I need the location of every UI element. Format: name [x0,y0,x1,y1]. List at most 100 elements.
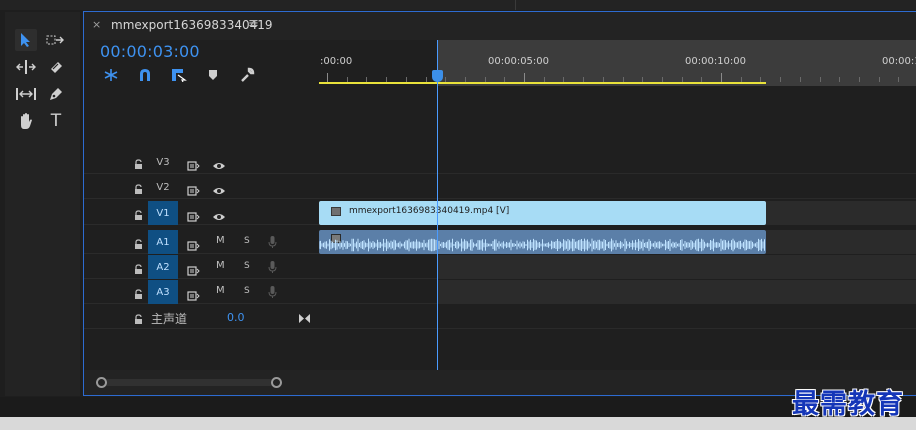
timeline-settings-wrench-icon[interactable] [238,67,256,83]
sync-lock-icon[interactable] [187,156,200,175]
lock-icon[interactable] [134,180,143,199]
track-header-a3: A3 M S [84,280,319,304]
pen-tool-icon[interactable] [45,83,67,105]
ruler-label: :00:00 [320,56,353,67]
scrollbar-left-handle[interactable] [96,377,107,388]
lane-fill [437,280,916,304]
ruler-tick [839,77,841,82]
playhead-line[interactable] [437,40,438,370]
track-name[interactable]: V2 [148,175,178,199]
lock-icon[interactable] [134,206,143,225]
lock-icon[interactable] [134,310,143,329]
audio-clip[interactable] [319,230,766,254]
solo-button[interactable]: S [244,261,250,271]
watermark-logo: 最需教育 [792,389,904,420]
track-header-a2: A2 M S [84,255,319,279]
ruler-tick [819,77,821,82]
ruler-tick [524,73,525,82]
selection-tool-icon[interactable] [15,29,37,51]
track-name-selected[interactable]: A2 [148,255,178,279]
track-header-a1: A1 M S [84,230,319,254]
scrollbar-track[interactable] [102,379,278,386]
tools-panel: T [5,12,80,396]
ripple-edit-tool-icon[interactable] [15,56,37,78]
lane-v3[interactable] [319,150,916,174]
mute-button[interactable]: M [216,235,225,246]
lane-a2[interactable] [319,255,916,279]
mute-button[interactable]: M [216,260,225,271]
razor-tool-icon[interactable] [45,56,67,78]
premiere-window: T × mmexport1636983340419 ≡ 00:00:03:00 … [0,0,916,430]
lock-icon[interactable] [134,260,143,279]
ruler-label: 00:00:1 [882,56,916,67]
eye-icon[interactable] [212,207,226,226]
track-select-tool-icon[interactable] [45,29,67,51]
snap-magnet-icon[interactable] [136,67,154,83]
fx-badge-icon [331,207,341,216]
ruler-tick [327,73,328,82]
track-header-v3: V3 [84,150,319,174]
microphone-icon[interactable] [268,284,277,303]
video-clip[interactable]: mmexport1636983340419.mp4 [V] [319,201,766,225]
ruler-label: 00:00:05:00 [488,56,550,67]
top-panel-strip [0,0,916,10]
track-header-v1: V1 [84,201,319,225]
microphone-icon[interactable] [268,259,277,278]
master-track-label: 主声道 [151,312,188,326]
lock-icon[interactable] [134,235,143,254]
ruler-tick [780,77,782,82]
lane-fill [437,255,916,279]
bottom-bar [0,397,916,417]
add-marker-icon[interactable] [204,67,222,83]
eye-icon[interactable] [212,156,226,175]
lock-icon[interactable] [134,155,143,174]
hand-tool-icon[interactable] [15,110,37,132]
panel-menu-icon[interactable]: ≡ [248,16,259,31]
eye-icon[interactable] [212,181,226,200]
solo-button[interactable]: S [244,286,250,296]
timeline-panel: × mmexport1636983340419 ≡ 00:00:03:00 :0… [83,11,916,396]
slip-tool-icon[interactable] [15,83,37,105]
track-name-selected[interactable]: A3 [148,280,178,304]
panel-divider [515,0,516,10]
track-name-selected[interactable]: V1 [148,201,178,225]
sync-lock-icon[interactable] [187,207,200,226]
lock-icon[interactable] [134,285,143,304]
ruler-label: 00:00:10:00 [685,56,747,67]
mute-button[interactable]: M [216,285,225,296]
sync-lock-icon[interactable] [187,181,200,200]
lane-v2[interactable] [319,175,916,199]
track-name-selected[interactable]: A1 [148,230,178,254]
lane-a3[interactable] [319,280,916,304]
timeline-tab-bar: × mmexport1636983340419 ≡ [84,12,916,40]
lane-fill [766,230,916,254]
playhead-handle[interactable] [432,70,443,82]
ruler-tick [878,77,880,82]
sync-lock-icon[interactable] [187,236,200,255]
go-to-end-icon[interactable] [298,309,311,328]
master-volume-value[interactable]: 0.0 [227,311,245,324]
scrollbar-right-handle[interactable] [271,377,282,388]
lane-master[interactable] [319,305,916,329]
solo-button[interactable]: S [244,236,250,246]
sync-lock-icon[interactable] [187,261,200,280]
time-ruler[interactable]: :00:00 00:00:05:00 00:00:10:00 00:00:1 [319,40,916,86]
ruler-tick [721,73,722,82]
playhead-timecode[interactable]: 00:00:03:00 [100,42,200,61]
nest-sequence-icon[interactable] [102,67,120,83]
track-name[interactable]: V3 [148,150,178,174]
audio-waveform [319,238,765,252]
track-header-master: 主声道 0.0 [84,305,319,329]
bottom-strip [0,417,916,430]
linked-selection-icon[interactable] [170,67,188,83]
ruler-tick [858,77,860,82]
close-tab-icon[interactable]: × [92,18,101,31]
type-tool-icon[interactable]: T [45,110,67,132]
ruler-tick [898,77,900,82]
track-header-v2: V2 [84,175,319,199]
sync-lock-icon[interactable] [187,286,200,305]
lane-fill [766,201,916,225]
microphone-icon[interactable] [268,234,277,253]
work-area-bar[interactable] [319,82,766,84]
waveform-path [319,238,765,252]
